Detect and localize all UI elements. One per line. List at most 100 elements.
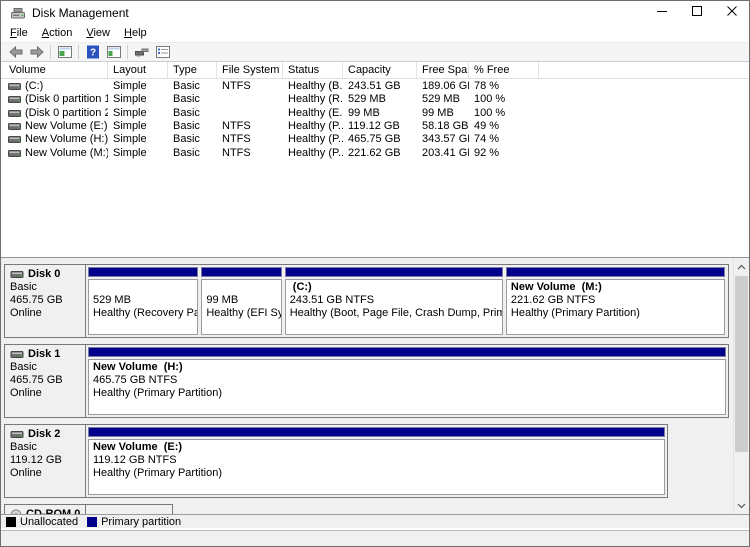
help-icon: ? [86,45,100,59]
action-pane-button[interactable] [103,43,124,61]
disk-name-line: Disk 1 [10,348,85,361]
column-header-status[interactable]: Status [283,62,343,78]
cell-volume: (Disk 0 partition 1) [1,93,108,106]
cell-status: Healthy (P... [288,146,343,159]
disk-icon [10,271,24,278]
disk-name-line: Disk 2 [10,428,85,441]
disk-size: 465.75 GB [10,294,63,306]
disk-size: 119.12 GB [10,454,62,466]
volume-drive-icon [8,96,21,104]
volume-row[interactable]: (Disk 0 partition 2) Simple Basic Healthy (… [1,107,749,120]
disk-type: Basic [10,281,37,293]
help-button[interactable]: ? [82,43,103,61]
cell-volume: New Volume (H:) [1,133,108,146]
cell-type: Basic [173,106,200,119]
chevron-down-icon [737,503,746,508]
maximize-button[interactable] [679,1,714,24]
partition-info-box: (C:) 243.51 GB NTFS Healthy (Boot, Page Fi… [284,279,503,335]
scroll-up-button[interactable] [734,258,749,275]
volume-name: New Volume (H:) [25,133,108,146]
column-header-file_system[interactable]: File System [217,62,283,78]
cell-layout: Simple [113,93,147,106]
disk-name: Disk 0 [28,268,61,280]
window-controls [644,1,749,24]
volume-row[interactable]: New Volume (E:) Simple Basic NTFS Healthy (P… [1,120,749,133]
cell-layout: Simple [113,80,147,93]
column-header-volume[interactable]: Volume [1,62,108,78]
partition[interactable]: New Volume (H:) 465.75 GB NTFS Healthy (Pr… [88,347,726,415]
volume-name: (Disk 0 partition 1) [25,93,108,106]
partition-info-box: New Volume (M:) 221.62 GB NTFS Healthy (Pr… [505,279,726,335]
column-header-type[interactable]: Type [168,62,217,78]
volume-row[interactable]: New Volume (M:) Simple Basic NTFS Healthy (P… [1,146,749,159]
disk-header-cell[interactable]: CD-ROM 0 [5,505,86,514]
vertical-scrollbar[interactable] [733,258,749,514]
cell-status: Healthy (B... [288,80,343,93]
partition-name: New Volume (E:) [93,441,183,453]
legend-label: Unallocated [20,515,79,528]
forward-button[interactable] [26,43,47,61]
disk-status: Online [10,307,42,319]
app-icon [10,5,26,21]
partition-health: Healthy (Primary Partition) [510,307,640,319]
disk-name: Disk 1 [28,348,61,360]
menu-view[interactable]: View [79,26,117,40]
back-button[interactable] [5,43,26,61]
volume-row[interactable]: New Volume (H:) Simple Basic NTFS Healthy (P… [1,133,749,146]
cell-pct_free: 92 % [474,146,500,159]
disk-tool-button[interactable] [131,43,152,61]
chevron-up-icon [737,264,746,269]
disk-header-cell[interactable]: Disk 2 Basic 119.12 GB Online [5,425,86,497]
partition-area: New Volume (E:) 119.12 GB NTFS Healthy (Pr… [86,425,667,497]
menu-file[interactable]: File [3,26,35,40]
cell-file_system: NTFS [222,80,251,93]
column-header-free_space[interactable]: Free Spa... [417,62,469,78]
scroll-down-button[interactable] [734,497,749,514]
menu-help[interactable]: Help [117,26,154,40]
close-button[interactable] [714,1,749,24]
volume-drive-icon [8,123,21,131]
column-header-layout[interactable]: Layout [108,62,168,78]
partition-area: New Volume (H:) 465.75 GB NTFS Healthy (Pr… [86,345,728,417]
volume-list: (C:) Simple Basic NTFS Healthy (B... 243.51 G… [1,79,749,160]
disk-size: 465.75 GB [10,374,63,386]
volume-row[interactable]: (Disk 0 partition 1) Simple Basic Healthy (… [1,93,749,106]
title-bar: Disk Management [1,1,749,24]
cell-free_space: 99 MB [422,106,454,119]
scrollbar-thumb[interactable] [735,276,748,452]
legend-label: Primary partition [101,515,182,528]
column-header-capacity[interactable]: Capacity [343,62,417,78]
cell-status: Healthy (R... [288,93,343,106]
disk-name: CD-ROM 0 [26,508,81,514]
partition[interactable]: New Volume (E:) 119.12 GB NTFS Healthy (Pr… [88,427,665,495]
partition-health: Healthy (Primary Partition) [93,467,222,479]
partition[interactable]: New Volume (M:) 221.62 GB NTFS Healthy (Pr… [505,267,726,335]
minimize-button[interactable] [644,1,679,24]
disk-header-cell[interactable]: Disk 0 Basic 465.75 GB Online [5,265,86,337]
disk-header-cell[interactable]: Disk 1 Basic 465.75 GB Online [5,345,86,417]
console-tree-button[interactable] [54,43,75,61]
cell-layout: Simple [113,120,147,133]
cell-file_system: NTFS [222,120,251,133]
cell-free_space: 203.41 GB [422,146,469,159]
column-header-pct_free[interactable]: % Free [469,62,539,78]
legend-swatch-icon [87,516,98,527]
volume-row[interactable]: (C:) Simple Basic NTFS Healthy (B... 243.51 G… [1,80,749,93]
cell-file_system [217,93,283,106]
menu-action[interactable]: Action [35,26,80,40]
partition[interactable]: 529 MBHealthy (Recovery Partition) [88,267,199,335]
legend-bar: Unallocated Primary partition [1,514,749,528]
volume-name: (Disk 0 partition 2) [25,106,108,119]
properties-list-button[interactable] [152,43,173,61]
cell-file_system [217,107,283,120]
volume-name: New Volume (E:) [25,120,108,133]
partition-info-box: New Volume (E:) 119.12 GB NTFS Healthy (Pr… [88,439,665,495]
partition[interactable]: (C:) 243.51 GB NTFS Healthy (Boot, Page Fi… [284,267,503,335]
cell-capacity: 221.62 GB [348,146,401,159]
disk-name-line: Disk 0 [10,268,85,281]
cell-layout: Simple [113,146,147,159]
partition[interactable]: 99 MBHealthy (EFI System Partition) [201,267,282,335]
window-title: Disk Management [32,5,129,20]
partition-color-band [284,267,503,277]
cell-free_space: 189.06 GB [422,80,469,93]
